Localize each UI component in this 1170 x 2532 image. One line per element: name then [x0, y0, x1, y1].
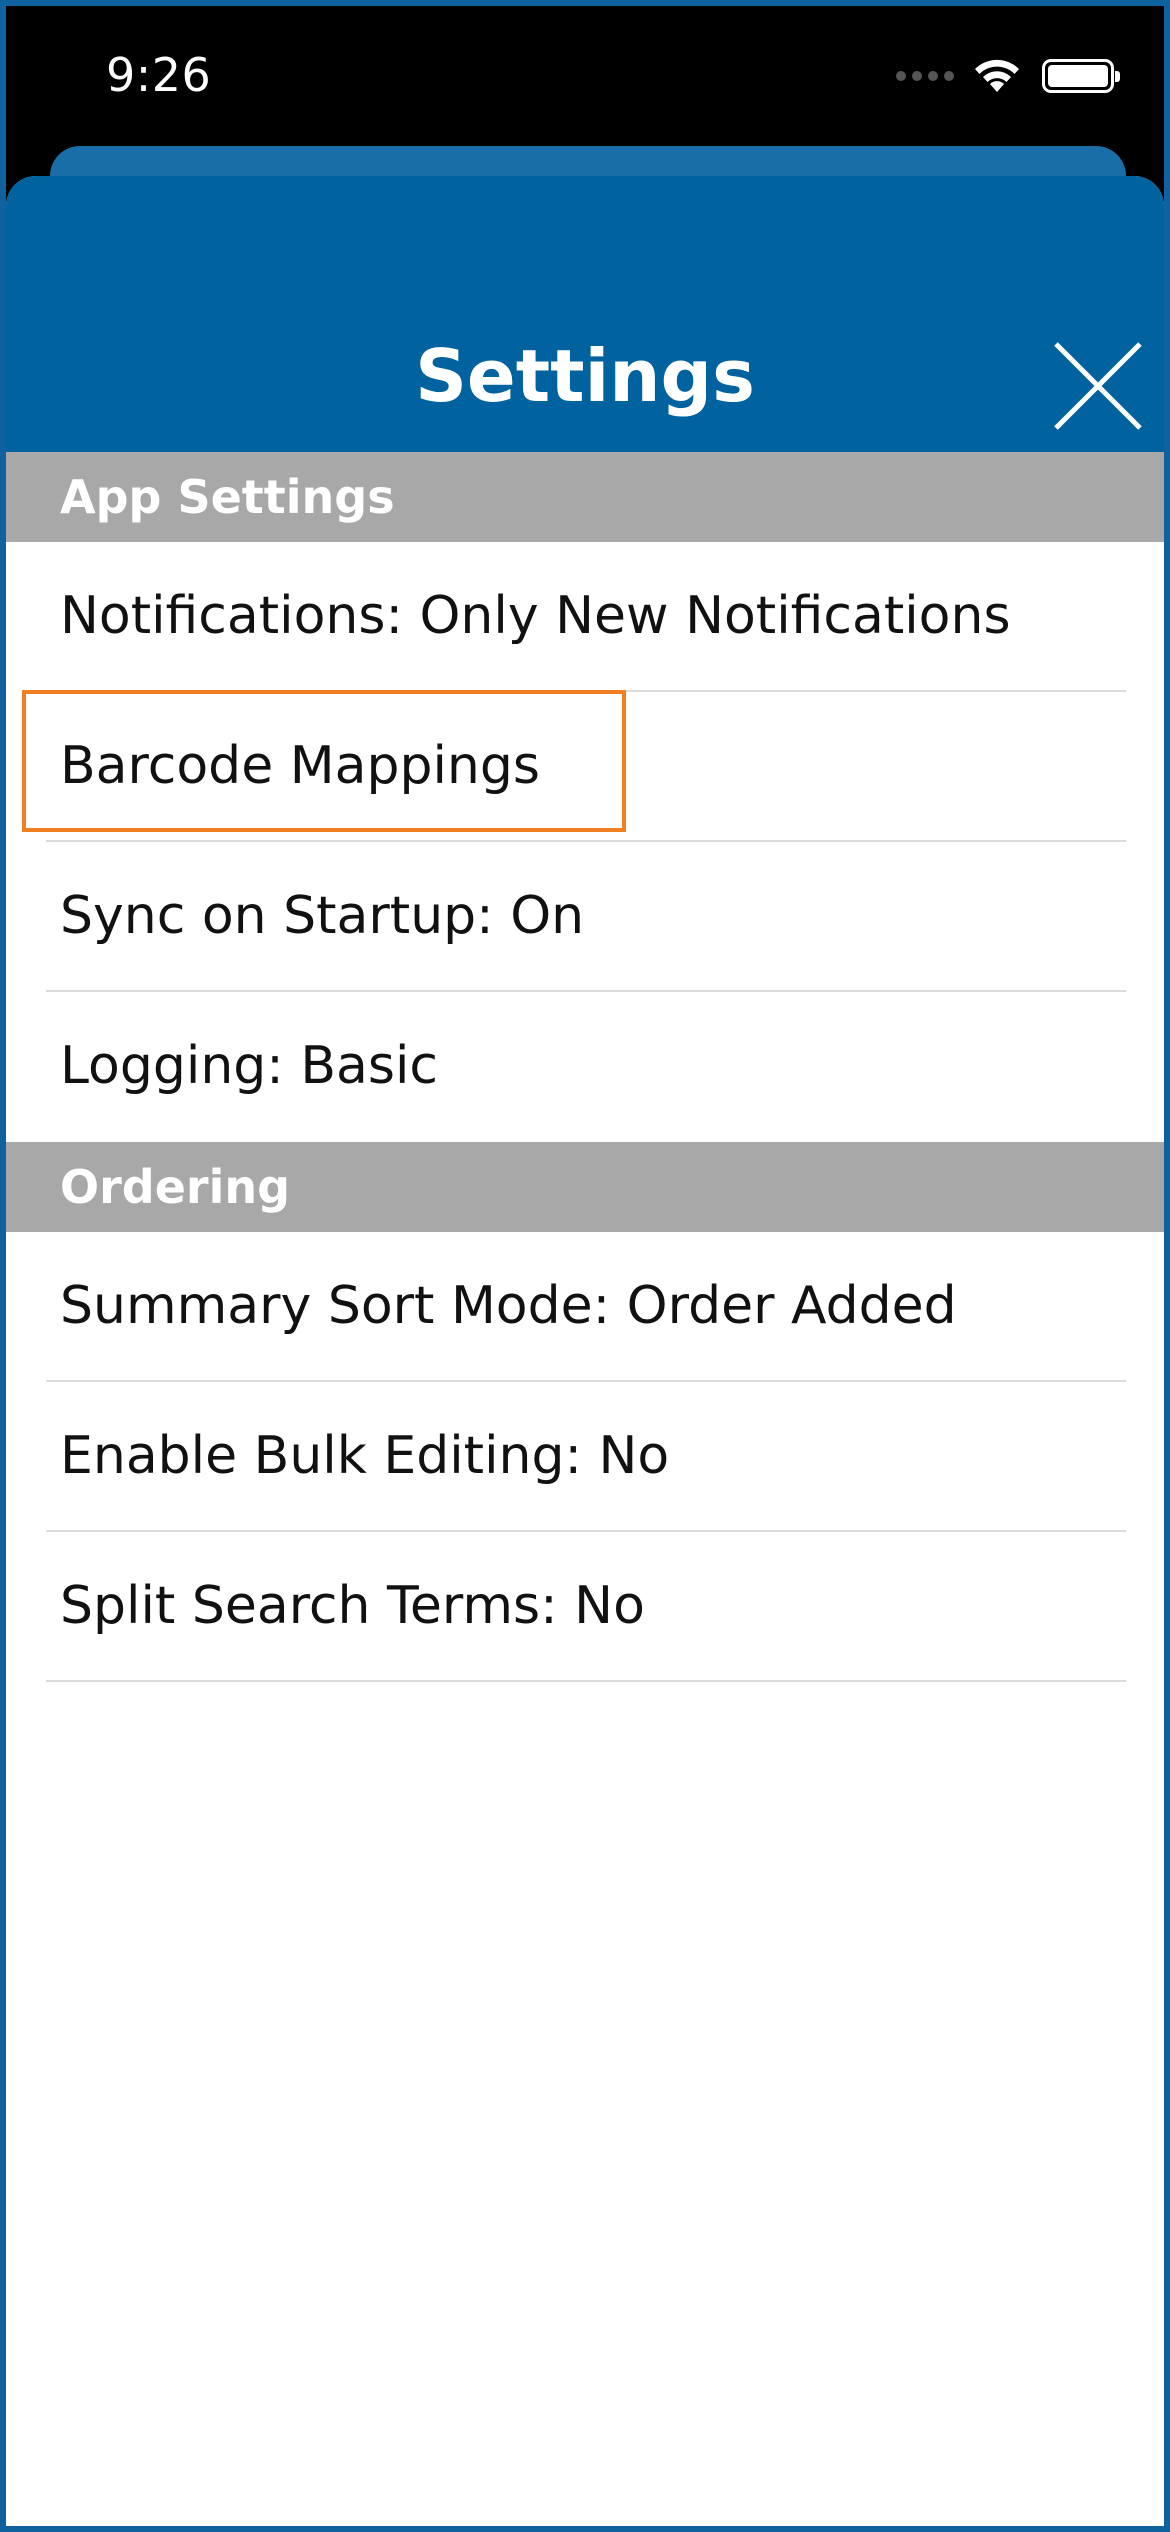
- setting-label: Sync on Startup: On: [60, 886, 585, 946]
- cellular-signal-icon: [896, 71, 954, 81]
- setting-split-search-terms[interactable]: Split Search Terms: No: [6, 1532, 1164, 1682]
- status-time: 9:26: [106, 48, 212, 102]
- setting-label: Logging: Basic: [60, 1036, 439, 1096]
- setting-logging[interactable]: Logging: Basic: [6, 992, 1164, 1142]
- setting-summary-sort-mode[interactable]: Summary Sort Mode: Order Added: [6, 1232, 1164, 1382]
- setting-label: Notifications: Only New Notifications: [60, 586, 1011, 646]
- setting-label: Enable Bulk Editing: No: [60, 1426, 670, 1486]
- status-icons: [896, 56, 1120, 96]
- section-header-ordering: Ordering: [6, 1142, 1164, 1232]
- setting-enable-bulk-editing[interactable]: Enable Bulk Editing: No: [6, 1382, 1164, 1532]
- setting-notifications[interactable]: Notifications: Only New Notifications: [6, 542, 1164, 692]
- setting-barcode-mappings[interactable]: Barcode Mappings: [6, 690, 1164, 842]
- setting-label: Summary Sort Mode: Order Added: [60, 1276, 957, 1336]
- status-bar: 9:26: [6, 6, 1164, 156]
- section-header-app-settings: App Settings: [6, 452, 1164, 542]
- highlight-box: [22, 690, 626, 832]
- settings-list: App Settings Notifications: Only New Not…: [6, 452, 1164, 1682]
- device-frame: 9:26 Settings App Settings Notifications…: [0, 0, 1170, 2532]
- battery-icon: [1042, 59, 1120, 93]
- setting-label: Split Search Terms: No: [60, 1576, 645, 1636]
- wifi-icon: [975, 59, 1019, 92]
- close-button[interactable]: [1048, 336, 1148, 436]
- settings-sheet: Settings App Settings Notifications: Onl…: [6, 176, 1164, 2526]
- page-title: Settings: [415, 334, 755, 418]
- sheet-header: Settings: [6, 176, 1164, 452]
- setting-sync-on-startup[interactable]: Sync on Startup: On: [6, 842, 1164, 992]
- close-icon: [1054, 342, 1142, 430]
